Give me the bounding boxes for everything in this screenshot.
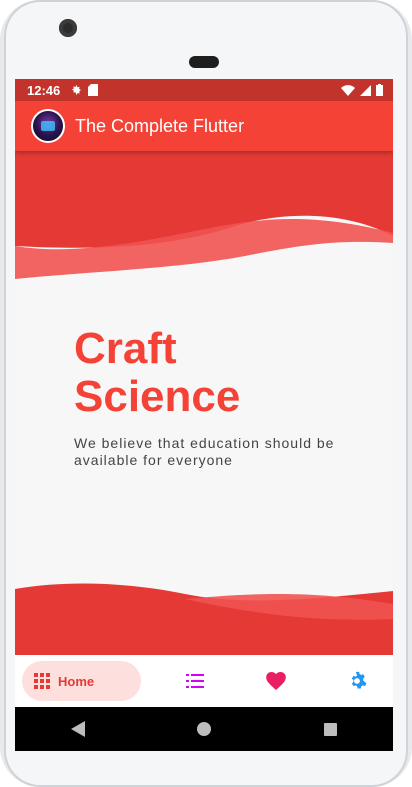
front-camera (59, 19, 77, 37)
heart-icon (266, 672, 286, 690)
home-icon[interactable] (197, 722, 212, 736)
back-icon[interactable] (71, 721, 86, 737)
headline-line-2: Science (74, 372, 241, 421)
tagline: We believe that education should be avai… (74, 435, 335, 468)
status-time: 12:46 (27, 82, 61, 98)
bottom-wave-decoration (15, 583, 393, 655)
gear-icon (351, 671, 367, 689)
status-bar: 12:46 (15, 79, 393, 101)
hero-section: Craft Science We believe that education … (74, 325, 374, 469)
battery-icon (376, 84, 383, 96)
app-bar: The Complete Flutter (15, 101, 393, 151)
recents-icon[interactable] (323, 722, 337, 736)
app-logo-avatar[interactable] (31, 109, 65, 143)
grid-icon (34, 673, 50, 689)
nav-list-tab[interactable] (173, 661, 217, 701)
nav-home-label: Home (58, 673, 95, 689)
nav-favorites-tab[interactable] (254, 661, 298, 701)
headline-line-1: Craft (74, 324, 177, 373)
settings-status-icon (72, 85, 81, 95)
bottom-navigation: Home (15, 655, 393, 707)
status-left-icons (70, 84, 99, 96)
phone-frame: 12:46 The Complete Flutter Craft Science… (0, 0, 412, 787)
device-screen: 12:46 The Complete Flutter Craft Science… (15, 79, 393, 751)
earpiece-speaker (189, 56, 219, 68)
app-title: The Complete Flutter (75, 115, 245, 136)
headline: Craft Science (74, 325, 374, 421)
sd-card-icon (88, 84, 99, 96)
nav-settings-tab[interactable] (335, 661, 379, 701)
list-icon (186, 674, 204, 688)
status-right-icons (341, 84, 383, 96)
system-navigation-bar (15, 707, 393, 751)
nav-home-tab[interactable]: Home (22, 661, 141, 701)
signal-icon (360, 84, 371, 96)
top-wave-decoration (15, 151, 393, 291)
wifi-icon (341, 84, 355, 96)
